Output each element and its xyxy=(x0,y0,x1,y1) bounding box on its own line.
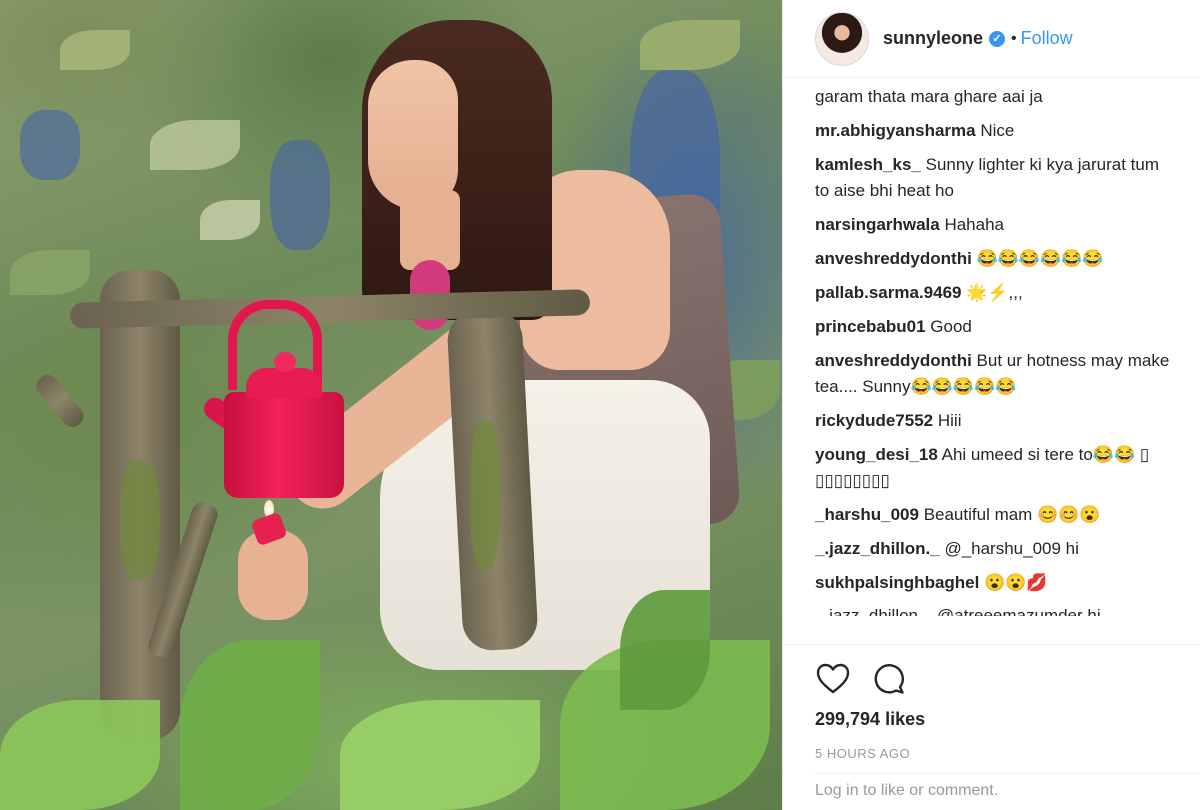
comment-username[interactable]: princebabu01 xyxy=(815,317,926,336)
comment-username[interactable]: sukhpalsinghbaghel xyxy=(815,573,979,592)
post-timestamp[interactable]: 5 HOURS AGO xyxy=(815,746,910,761)
foreground-plant xyxy=(180,640,320,810)
sky-patch xyxy=(20,110,80,180)
comments-list[interactable]: garam thata mara ghare aai ja mr.abhigya… xyxy=(815,80,1175,642)
comment-item: sukhpalsinghbaghel 😮😮💋 xyxy=(815,570,1175,596)
comment-items: mr.abhigyansharma Nice kamlesh_ks_ Sunny … xyxy=(815,118,1175,596)
kettle-knob xyxy=(274,352,296,372)
comment-continuation: garam thata mara ghare aai ja xyxy=(815,87,1043,106)
post-header: sunnyleone ✓ • Follow xyxy=(783,0,1200,78)
like-count[interactable]: 299,794 likes xyxy=(815,709,925,730)
foreground-plant xyxy=(0,700,160,810)
comment-item: young_desi_18 Ahi umeed si tere to😂😂 ▯ ▯… xyxy=(815,442,1175,494)
leaf xyxy=(150,120,240,170)
comment-item: _.jazz_dhillon._ @_harshu_009 hi xyxy=(815,536,1175,562)
comment-item: anveshreddydonthi But ur hotness may mak… xyxy=(815,348,1175,400)
leaf xyxy=(60,30,130,70)
comment-username[interactable]: _.jazz_dhillon._ xyxy=(815,539,940,558)
heart-icon[interactable] xyxy=(815,661,851,697)
comment-text: 🌟⚡,,, xyxy=(966,283,1023,302)
comment-item: princebabu01 Good xyxy=(815,314,1175,340)
comment-item: pallab.sarma.9469 🌟⚡,,, xyxy=(815,280,1175,306)
instagram-post: sunnyleone ✓ • Follow garam thata mara g… xyxy=(0,0,1200,810)
comment-item: mr.abhigyansharma Nice xyxy=(815,118,1175,144)
sky-patch xyxy=(270,140,330,250)
comment-username[interactable]: rickydude7552 xyxy=(815,411,933,430)
comment-item: anveshreddydonthi 😂😂😂😂😂😂 xyxy=(815,246,1175,272)
comment-item: rickydude7552 Hiii xyxy=(815,408,1175,434)
comment-username[interactable]: anveshreddydonthi xyxy=(815,249,972,268)
side-twig xyxy=(32,370,88,432)
verified-badge-icon: ✓ xyxy=(989,30,1006,47)
post-actions: 299,794 likes 5 HOURS AGO Log in to like… xyxy=(783,644,1200,810)
username-link[interactable]: sunnyleone xyxy=(883,28,983,49)
separator-dot: • xyxy=(1011,29,1017,47)
comment-item: _harshu_009 Beautiful mam 😊😊😮 xyxy=(815,502,1175,528)
comment-username[interactable]: mr.abhigyansharma xyxy=(815,121,976,140)
woman-face xyxy=(368,60,458,210)
moss xyxy=(120,460,160,580)
comment-text: Beautiful mam 😊😊😮 xyxy=(923,505,1101,524)
comment-text: Hahaha xyxy=(944,215,1005,234)
leaf xyxy=(10,250,90,295)
follow-button[interactable]: Follow xyxy=(1021,28,1073,49)
comment-text: Good xyxy=(930,317,972,336)
comment-text: 😂😂😂😂😂😂 xyxy=(976,249,1104,268)
red-kettle xyxy=(224,392,344,498)
leaf xyxy=(200,200,260,240)
comment-username[interactable]: pallab.sarma.9469 xyxy=(815,283,961,302)
foreground-plant xyxy=(340,700,540,810)
post-side-panel: sunnyleone ✓ • Follow garam thata mara g… xyxy=(782,0,1200,810)
woman-hand xyxy=(238,530,308,620)
comment-username[interactable]: _harshu_009 xyxy=(815,505,919,524)
foreground-plant xyxy=(620,590,710,710)
action-icons xyxy=(815,661,907,697)
comment-text: @_harshu_009 hi xyxy=(944,539,1079,558)
comment-item: kamlesh_ks_ Sunny lighter ki kya jarurat… xyxy=(815,152,1175,204)
comment-username[interactable]: kamlesh_ks_ xyxy=(815,155,921,174)
comment-username[interactable]: narsingarhwala xyxy=(815,215,940,234)
comment-text: 😮😮💋 xyxy=(984,573,1048,592)
kettle-lid xyxy=(246,368,322,398)
comment-username[interactable]: anveshreddydonthi xyxy=(815,351,972,370)
woman-neck xyxy=(400,190,460,270)
comment-text: Hiii xyxy=(937,411,962,430)
leaf xyxy=(640,20,740,70)
comment-username[interactable]: young_desi_18 xyxy=(815,445,938,464)
moss xyxy=(470,420,500,570)
add-comment-section: Log in to like or comment. xyxy=(815,773,1200,810)
comment-text: Nice xyxy=(980,121,1015,140)
truncated-comment-bottom: _.jazz_dhillon._ @atreeemazumder hi xyxy=(815,606,1101,616)
comment-item: narsingarhwala Hahaha xyxy=(815,212,1175,238)
login-prompt[interactable]: Log in to like or comment. xyxy=(815,782,998,800)
comment-bubble-icon[interactable] xyxy=(871,661,907,697)
profile-avatar[interactable] xyxy=(815,11,869,66)
post-photo[interactable] xyxy=(0,0,782,810)
